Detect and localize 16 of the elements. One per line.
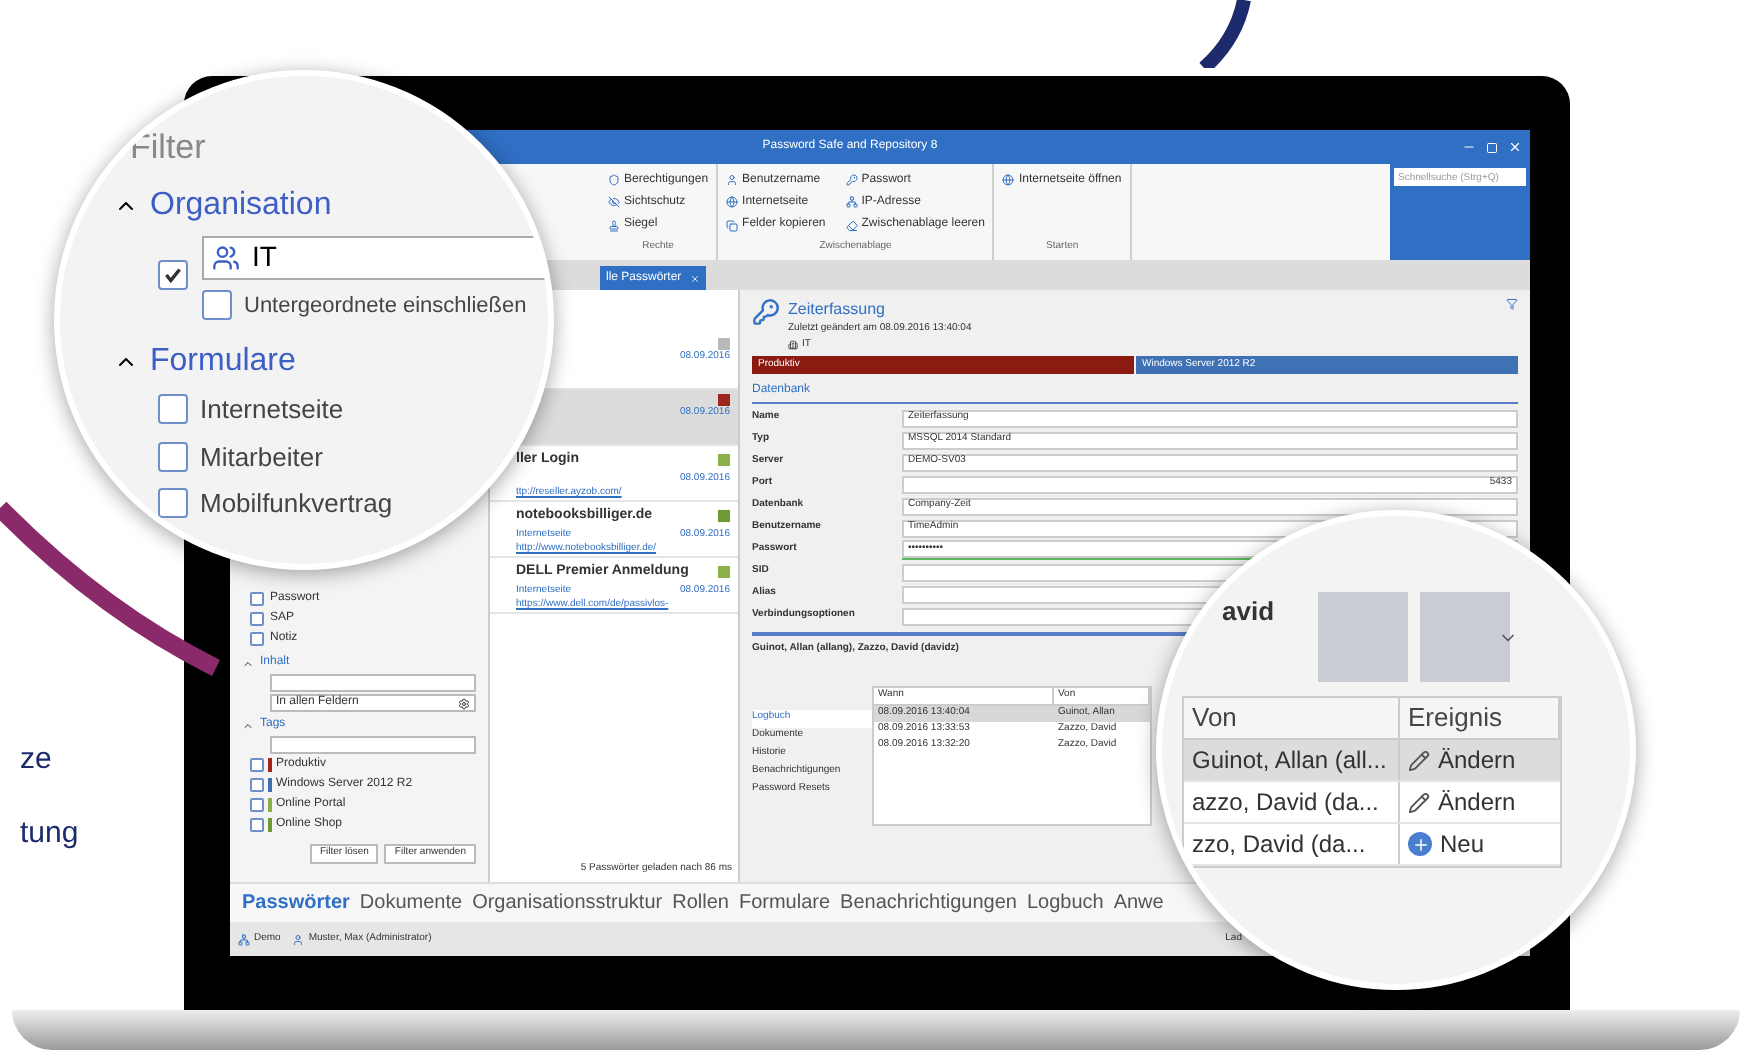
fragment-text: ze (20, 744, 54, 774)
table-cell: azzo, David (da... (1184, 782, 1400, 822)
table-cell-text: Neu (1440, 828, 1485, 862)
entry-title: Zeiterfassung (788, 298, 887, 322)
table-cell-text: Ändern (1438, 744, 1516, 778)
person-name: avid (1222, 594, 1275, 630)
checkbox-label: Mitarbeiter (200, 439, 323, 475)
table-cell-text: Ändern (1438, 786, 1516, 820)
checkbox-label: Untergeordnete einschließen (244, 291, 527, 321)
fragment-text: tung (20, 818, 79, 848)
section-title: Formulare (150, 342, 296, 382)
checkbox-label: Mobilfunkvertrag (200, 486, 393, 522)
checkbox-label: Internetseite (200, 392, 344, 428)
table-cell: zzo, David (da... (1184, 824, 1400, 864)
section-title: Organisation (150, 185, 332, 225)
table-cell: Guinot, Allan (all... (1184, 740, 1400, 780)
